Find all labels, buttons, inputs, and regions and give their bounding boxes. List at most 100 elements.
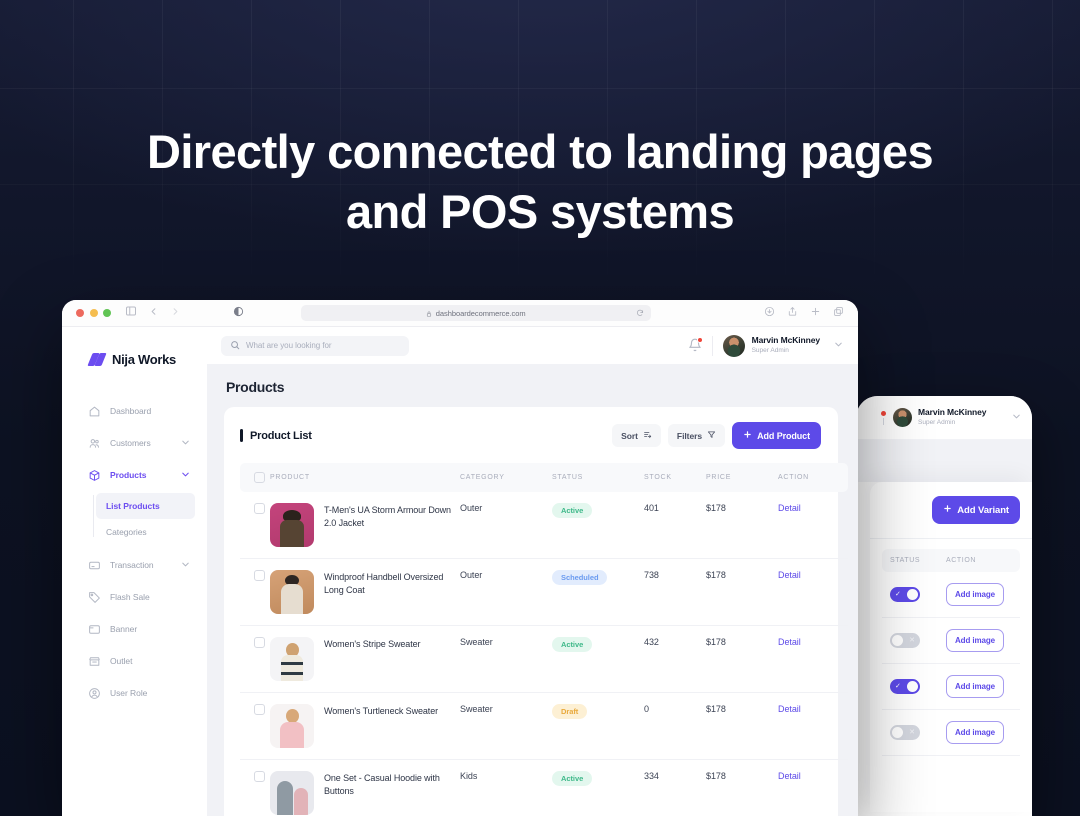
- price-cell: $178: [706, 625, 778, 693]
- stock-cell: 738: [644, 558, 706, 626]
- appearance-icon[interactable]: [233, 304, 244, 322]
- status-badge: Active: [552, 771, 593, 786]
- add-image-button[interactable]: Add image: [946, 721, 1004, 744]
- table-row[interactable]: Windproof Handbell Oversized Long Coat Ou…: [240, 558, 848, 626]
- chevron-down-icon[interactable]: [180, 559, 191, 572]
- sidebar-item-label: Banner: [110, 624, 138, 634]
- add-product-button[interactable]: Add Product: [732, 422, 821, 449]
- sidebar-toggle-icon[interactable]: [125, 304, 137, 322]
- tab-overview-icon[interactable]: [833, 304, 844, 322]
- product-cell: T-Men's UA Storm Armour Down 2.0 Jacket: [270, 492, 460, 559]
- sidebar-item-outlet[interactable]: Outlet: [62, 645, 207, 677]
- sort-button[interactable]: Sort: [612, 424, 661, 447]
- users-icon: [88, 437, 101, 450]
- stock-cell: 401: [644, 492, 706, 559]
- col-stock[interactable]: STOCK: [644, 463, 706, 492]
- status-toggle[interactable]: ✓: [890, 679, 920, 694]
- chevron-down-icon[interactable]: [833, 337, 844, 355]
- phone-user-name: Marvin McKinney: [918, 407, 987, 417]
- close-window-button[interactable]: [76, 309, 84, 317]
- status-cell: Scheduled: [552, 558, 644, 626]
- row-checkbox[interactable]: [254, 771, 265, 782]
- row-checkbox[interactable]: [254, 704, 265, 715]
- detail-link[interactable]: Detail: [778, 704, 801, 714]
- sidebar-item-transaction[interactable]: Transaction: [62, 549, 207, 581]
- sidebar-subitem-categories[interactable]: Categories: [96, 519, 195, 545]
- add-image-button[interactable]: Add image: [946, 675, 1004, 698]
- category-cell: Sweater: [460, 625, 552, 693]
- add-image-button[interactable]: Add image: [946, 629, 1004, 652]
- search-input[interactable]: What are you looking for: [221, 335, 409, 356]
- col-product[interactable]: PRODUCT: [270, 463, 460, 492]
- detail-link[interactable]: Detail: [778, 570, 801, 580]
- table-row[interactable]: T-Men's UA Storm Armour Down 2.0 Jacket O…: [240, 492, 848, 559]
- hero-stage: Directly connected to landing pages and …: [0, 0, 1080, 816]
- sidebar-item-banner[interactable]: Banner: [62, 613, 207, 645]
- chevron-down-icon[interactable]: [1011, 409, 1022, 427]
- row-select-cell: [240, 558, 270, 626]
- bell-icon[interactable]: [688, 336, 703, 354]
- sidebar-item-label: Products: [110, 470, 147, 480]
- category-cell: Kids: [460, 759, 552, 816]
- reload-icon[interactable]: [636, 304, 644, 322]
- detail-link[interactable]: Detail: [778, 771, 801, 781]
- col-price[interactable]: PRICE: [706, 463, 778, 492]
- add-variant-label: Add Variant: [957, 504, 1009, 516]
- user-name: Marvin McKinney: [751, 335, 821, 345]
- action-cell: Detail: [778, 759, 848, 816]
- forward-arrow-icon[interactable]: [170, 304, 181, 322]
- sidebar-item-products[interactable]: Products: [62, 459, 207, 491]
- sidebar-item-flash-sale[interactable]: Flash Sale: [62, 581, 207, 613]
- sidebar-item-customers[interactable]: Customers: [62, 427, 207, 459]
- table-row[interactable]: Women's Stripe Sweater Sweater Active 432 $1…: [240, 625, 848, 693]
- add-variant-button[interactable]: Add Variant: [932, 496, 1020, 524]
- phone-variant-card: Add Variant STATUS ACTION ✓ Add image ✕ Add…: [870, 482, 1032, 812]
- maximize-window-button[interactable]: [103, 309, 111, 317]
- user-menu[interactable]: Marvin McKinney Super Admin: [722, 334, 844, 357]
- table-row[interactable]: Women's Turtleneck Sweater Sweater Draft 0 $…: [240, 692, 848, 760]
- browser-chrome: dashboardecommerce.com: [62, 300, 858, 327]
- phone-content-band: [856, 440, 1032, 482]
- filters-button[interactable]: Filters: [667, 424, 726, 447]
- product-name: One Set - Casual Hoodie with Buttons: [324, 773, 440, 796]
- minimize-window-button[interactable]: [89, 309, 98, 317]
- status-toggle[interactable]: ✕: [890, 633, 920, 648]
- col-category[interactable]: CATEGORY: [460, 463, 552, 492]
- search-placeholder: What are you looking for: [246, 341, 332, 350]
- col-status[interactable]: STATUS: [552, 463, 644, 492]
- product-list-panel: Product List Sort Filters Add Product PR…: [224, 407, 848, 816]
- sidebar-item-label: Outlet: [110, 656, 133, 666]
- sidebar-subitem-list-products[interactable]: List Products: [96, 493, 195, 519]
- col-action: ACTION: [778, 463, 848, 492]
- select-all-checkbox[interactable]: [254, 472, 265, 483]
- sidebar-item-label: Dashboard: [110, 406, 152, 416]
- chevron-down-icon[interactable]: [180, 469, 191, 482]
- status-toggle[interactable]: ✕: [890, 725, 920, 740]
- add-image-button[interactable]: Add image: [946, 583, 1004, 606]
- table-header: PRODUCT CATEGORY STATUS STOCK PRICE ACTI…: [240, 463, 848, 492]
- download-icon[interactable]: [764, 304, 775, 322]
- search-icon: [230, 337, 240, 355]
- product-name: Women's Turtleneck Sweater: [324, 706, 439, 716]
- sidebar-item-label: User Role: [110, 688, 148, 698]
- brand-logo[interactable]: Nija Works: [62, 341, 207, 377]
- row-checkbox[interactable]: [254, 637, 265, 648]
- detail-link[interactable]: Detail: [778, 503, 801, 513]
- table-row[interactable]: One Set - Casual Hoodie with Buttons Kids…: [240, 759, 848, 816]
- chevron-down-icon[interactable]: [180, 437, 191, 450]
- window-traffic-lights[interactable]: [76, 309, 111, 317]
- bell-icon[interactable]: [878, 410, 887, 425]
- sidebar-item-dashboard[interactable]: Dashboard: [62, 395, 207, 427]
- back-arrow-icon[interactable]: [148, 304, 159, 322]
- share-icon[interactable]: [787, 304, 798, 322]
- price-cell: $178: [706, 558, 778, 626]
- new-tab-icon[interactable]: [810, 304, 821, 322]
- row-checkbox[interactable]: [254, 503, 265, 514]
- row-checkbox[interactable]: [254, 570, 265, 581]
- detail-link[interactable]: Detail: [778, 637, 801, 647]
- row-select-cell: [240, 625, 270, 693]
- sidebar-item-user-role[interactable]: User Role: [62, 677, 207, 709]
- url-bar[interactable]: dashboardecommerce.com: [300, 304, 651, 322]
- status-toggle[interactable]: ✓: [890, 587, 920, 602]
- plus-icon: [943, 504, 952, 516]
